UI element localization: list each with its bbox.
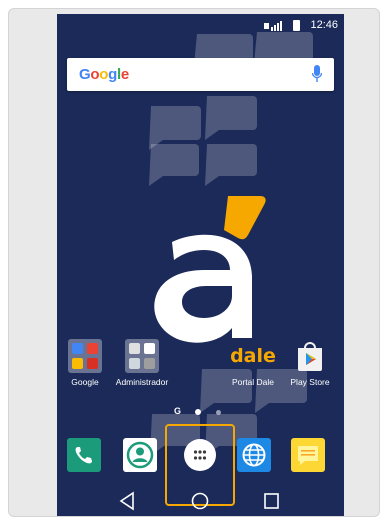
app-label-portal-dale: Portal Dale — [231, 377, 275, 387]
folder-icon — [68, 339, 102, 373]
browser-icon[interactable] — [237, 438, 271, 472]
contacts-icon[interactable] — [123, 438, 157, 472]
page-dot[interactable] — [195, 409, 201, 415]
google-logo: Google — [79, 66, 129, 83]
google-folder[interactable]: Google — [57, 339, 115, 387]
folder-icon — [125, 339, 159, 373]
recents-icon[interactable] — [251, 486, 291, 516]
navigation-bar — [57, 486, 344, 516]
home-icon[interactable] — [180, 486, 220, 516]
portal-dale-app[interactable]: dale Portal Dale — [223, 339, 283, 387]
status-time: 12:46 — [310, 19, 338, 31]
messages-icon[interactable] — [291, 438, 325, 472]
dale-icon: dale — [230, 345, 276, 367]
battery-icon — [293, 20, 300, 31]
app-label-play-store: Play Store — [290, 377, 330, 387]
play-store-icon — [298, 342, 322, 371]
google-now-page-mark: G — [174, 406, 182, 416]
administrador-folder[interactable]: Administrador — [112, 339, 172, 387]
phone-screen: 12:46 Google Google Administrador dale P… — [57, 14, 344, 516]
app-label-google: Google — [71, 377, 99, 387]
google-search-bar[interactable]: Google — [67, 58, 334, 91]
back-icon[interactable] — [107, 486, 147, 516]
brand-logo — [154, 196, 266, 343]
signal-icon — [264, 21, 282, 31]
page-indicator: G — [57, 406, 344, 420]
status-bar: 12:46 — [57, 14, 344, 38]
mic-icon[interactable] — [312, 65, 322, 83]
phone-icon[interactable] — [67, 438, 101, 472]
page-dot[interactable] — [216, 410, 221, 415]
app-label-administrador: Administrador — [115, 377, 169, 387]
play-store-app[interactable]: Play Store — [280, 339, 340, 387]
